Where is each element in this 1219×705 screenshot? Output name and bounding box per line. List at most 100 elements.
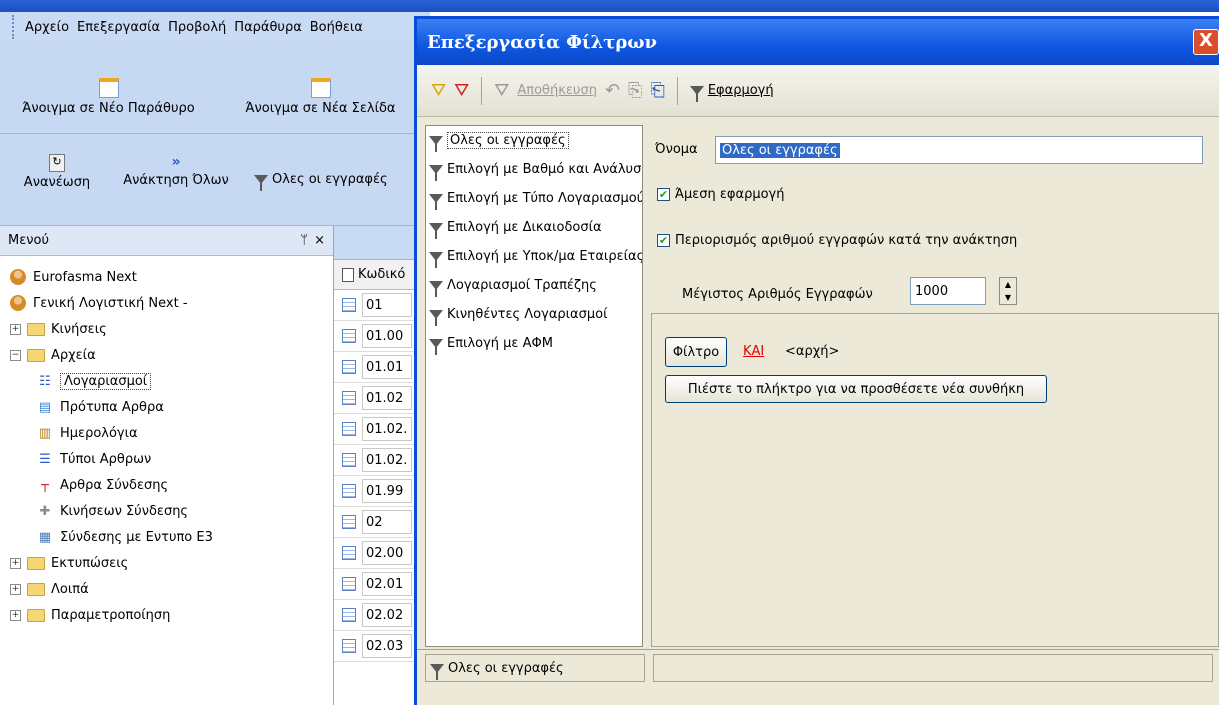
account-code-cell: 01.02 xyxy=(362,386,412,410)
funnel-icon xyxy=(689,86,704,102)
tree-item[interactable]: ☰ Τύποι Αρθρων xyxy=(36,446,151,472)
tree-item[interactable]: ┬ Αρθρα Σύνδεσης xyxy=(36,472,168,498)
menu-windows[interactable]: Παράθυρα xyxy=(234,20,301,35)
tree-item-label: Παραμετροποίηση xyxy=(51,607,171,623)
filter-button[interactable]: Φίλτρο xyxy=(665,337,727,367)
list-icon: ☷ xyxy=(39,373,51,389)
limit-records-checkbox[interactable]: ✔ Περιορισμός αριθμού εγγραφών κατά την … xyxy=(657,233,1017,248)
record-icon xyxy=(342,453,356,467)
refresh-icon: ↻ xyxy=(49,154,65,172)
account-code-cell: 02.00 xyxy=(362,541,412,565)
menu-view[interactable]: Προβολή xyxy=(168,20,226,35)
dialog-titlebar[interactable]: Επεξεργασία Φίλτρων X xyxy=(417,19,1219,65)
refresh-button[interactable]: ↻ Ανανέωση xyxy=(8,154,106,190)
filter-list-item[interactable]: Κινηθέντες Λογαριασμοί xyxy=(426,300,642,329)
account-code-cell: 01.02. xyxy=(362,448,412,472)
record-icon xyxy=(342,515,356,529)
tree-item[interactable]: Γενική Λογιστική Next - xyxy=(10,290,188,316)
open-new-window-button[interactable]: Άνοιγμα σε Νέο Παράθυρο xyxy=(6,78,211,116)
tree-item[interactable]: ☷ Λογαριασμοί xyxy=(36,368,152,394)
account-code-cell: 02.02 xyxy=(362,603,412,627)
menu-help[interactable]: Βοήθεια xyxy=(310,20,363,35)
tree-item[interactable]: ▦ Σύνδεσης με Εντυπο Ε3 xyxy=(36,524,213,550)
undo-icon[interactable]: ↶ xyxy=(605,80,620,101)
funnel-icon xyxy=(429,281,443,297)
record-icon xyxy=(342,329,356,343)
menu-file[interactable]: Αρχείο xyxy=(25,20,69,35)
tree-item-label: Λογαριασμοί xyxy=(60,372,152,390)
tree-item-label: Αρθρα Σύνδεσης xyxy=(60,477,169,493)
filter-selector[interactable]: Ολες οι εγγραφές xyxy=(254,172,388,191)
checkbox-limit-records[interactable]: ✔ xyxy=(657,234,670,247)
tree-item[interactable]: + Εκτυπώσεις xyxy=(10,550,128,576)
bullets-icon: ☰ xyxy=(39,451,51,467)
user-icon xyxy=(10,295,26,311)
toolbar-separator xyxy=(676,76,678,105)
filter-list-item[interactable]: Λογαριασμοί Τραπέζης xyxy=(426,271,642,300)
tree-item-label: Εκτυπώσεις xyxy=(51,555,129,571)
menubar-grip[interactable] xyxy=(12,15,15,39)
fetch-all-button[interactable]: » Ανάκτηση Όλων xyxy=(114,154,238,188)
checkbox-immediate-apply[interactable]: ✔ xyxy=(657,188,670,201)
new-filter-icon[interactable]: ⛛ xyxy=(431,80,446,101)
tree-item[interactable]: Eurofasma Next xyxy=(10,264,137,290)
funnel-icon xyxy=(429,310,443,326)
filter-list-item[interactable]: Επιλογή με Δικαιοδοσία xyxy=(426,213,642,242)
paste-icon[interactable]: ⎗ xyxy=(650,80,664,101)
new-page-icon xyxy=(310,78,331,98)
folder-icon xyxy=(27,322,45,336)
filter-list-item[interactable]: Επιλογή με Βαθμό και Ανάλυση xyxy=(426,155,642,184)
delete-filter-icon[interactable]: ⛛ xyxy=(454,80,469,101)
immediate-apply-checkbox[interactable]: ✔ Άμεση εφαρμογή xyxy=(657,187,785,202)
expander-icon[interactable]: + xyxy=(10,583,21,595)
expander-icon[interactable]: − xyxy=(10,349,21,361)
filter-list-label: Επιλογή με Βαθμό και Ανάλυση xyxy=(447,162,643,177)
status-panel xyxy=(653,654,1213,682)
tree-item[interactable]: + Παραμετροποίηση xyxy=(10,602,170,628)
filter-list-item[interactable]: Επιλογή με Τύπο Λογαριασμού xyxy=(426,184,642,213)
funnel-icon xyxy=(429,165,443,181)
name-input[interactable]: Ολες οι εγγραφές xyxy=(715,136,1203,164)
filter-list-label: Ολες οι εγγραφές xyxy=(447,132,569,149)
app-titlebar xyxy=(0,0,1219,12)
expander-icon[interactable]: + xyxy=(10,557,21,569)
tack-icon: ┬ xyxy=(41,477,49,493)
start-node[interactable]: <αρχή> xyxy=(785,344,839,359)
tree-item[interactable]: − Αρχεία xyxy=(10,342,96,368)
tree-item[interactable]: + Λοιπά xyxy=(10,576,89,602)
copy-icon[interactable]: ⎘ xyxy=(628,80,642,101)
document-icon: ▤ xyxy=(38,399,52,415)
tree-item-label: Γενική Λογιστική Next - xyxy=(33,295,188,311)
account-code-cell: 01 xyxy=(362,293,412,317)
filter-list-label: Επιλογή με Δικαιοδοσία xyxy=(447,220,602,235)
account-code-cell: 01.01 xyxy=(362,355,412,379)
tree-item[interactable]: + Κινήσεις xyxy=(10,316,107,342)
expander-icon[interactable]: + xyxy=(10,323,21,335)
max-records-spinner[interactable]: ▲ ▼ xyxy=(999,277,1017,305)
open-new-page-button[interactable]: Άνοιγμα σε Νέα Σελίδα xyxy=(228,78,413,116)
tree-item[interactable]: ✚ Κινήσεων Σύνδεσης xyxy=(36,498,189,524)
filter-list-item[interactable]: Επιλογή με ΑΦΜ xyxy=(426,329,642,358)
and-operator-link[interactable]: ΚΑΙ xyxy=(743,344,764,359)
tree-item[interactable]: ▥ Ημερολόγια xyxy=(36,420,138,446)
expander-icon[interactable]: + xyxy=(10,609,21,621)
funnel-icon xyxy=(429,252,443,268)
record-icon xyxy=(342,422,356,436)
max-records-input[interactable]: 1000 xyxy=(910,277,986,305)
pin-icon[interactable]: ᛘ xyxy=(300,233,308,248)
filter-list-item[interactable]: Ολες οι εγγραφές xyxy=(426,126,642,155)
dialog-close-button[interactable]: X xyxy=(1193,29,1219,55)
tree-item[interactable]: ▤ Πρότυπα Αρθρα xyxy=(36,394,164,420)
tree-item-label: Σύνδεσης με Εντυπο Ε3 xyxy=(60,529,213,545)
save-button[interactable]: Αποθήκευση xyxy=(517,83,597,98)
filter-list-item[interactable]: Επιλογή με Υποκ/μα Εταιρείας xyxy=(426,242,642,271)
close-panel-icon[interactable]: × xyxy=(314,233,325,248)
apply-button[interactable]: Εφαρμογή xyxy=(689,83,774,102)
tree-item-label: Λοιπά xyxy=(51,581,89,597)
add-condition-button[interactable]: Πιέστε το πλήκτρο για να προσθέσετε νέα … xyxy=(665,375,1047,403)
tree-item-label: Πρότυπα Αρθρα xyxy=(60,399,164,415)
record-icon xyxy=(342,298,356,312)
menu-edit[interactable]: Επεξεργασία xyxy=(77,20,160,35)
page-icon xyxy=(342,267,354,282)
folder-icon xyxy=(27,556,45,570)
